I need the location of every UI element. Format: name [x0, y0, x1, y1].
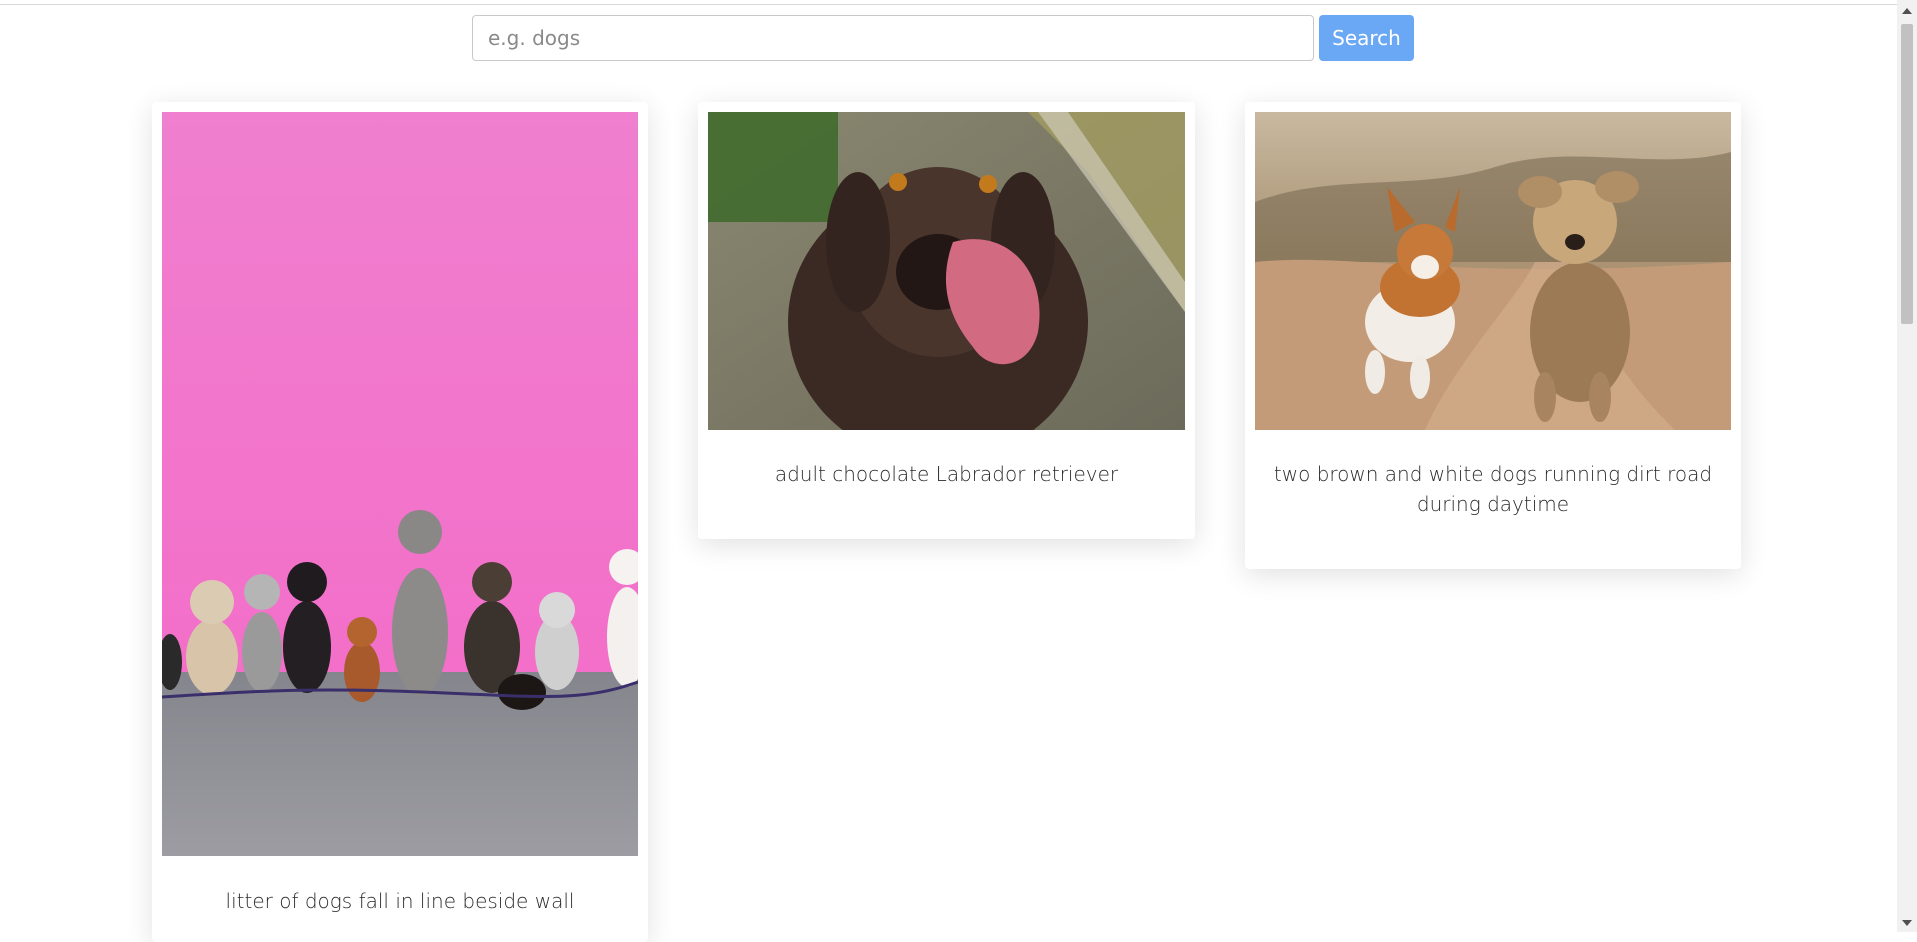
two-dogs-running-photo — [1255, 112, 1731, 430]
scroll-up-icon[interactable] — [1902, 8, 1912, 14]
browser-top-edge — [0, 0, 1897, 5]
card-caption: two brown and white dogs running dirt ro… — [1273, 462, 1713, 516]
dogs-by-pink-wall-photo — [162, 112, 638, 856]
card-image[interactable] — [1255, 112, 1731, 430]
card-image[interactable] — [162, 112, 638, 856]
labrador-photo — [708, 112, 1185, 430]
image-card-1[interactable]: litter of dogs fall in line beside wall — [152, 102, 648, 942]
scroll-down-icon[interactable] — [1902, 920, 1912, 926]
card-caption: adult chocolate Labrador retriever — [774, 462, 1119, 486]
scroll-thumb[interactable] — [1901, 24, 1913, 324]
search-input[interactable] — [472, 15, 1314, 61]
search-bar: Search — [472, 15, 1414, 61]
search-button[interactable]: Search — [1319, 15, 1414, 61]
image-card-3[interactable]: two brown and white dogs running dirt ro… — [1245, 102, 1741, 569]
card-caption: litter of dogs fall in line beside wall — [225, 889, 575, 913]
vertical-scrollbar[interactable] — [1897, 0, 1917, 932]
card-image[interactable] — [708, 112, 1185, 430]
image-card-2[interactable]: adult chocolate Labrador retriever — [698, 102, 1195, 539]
